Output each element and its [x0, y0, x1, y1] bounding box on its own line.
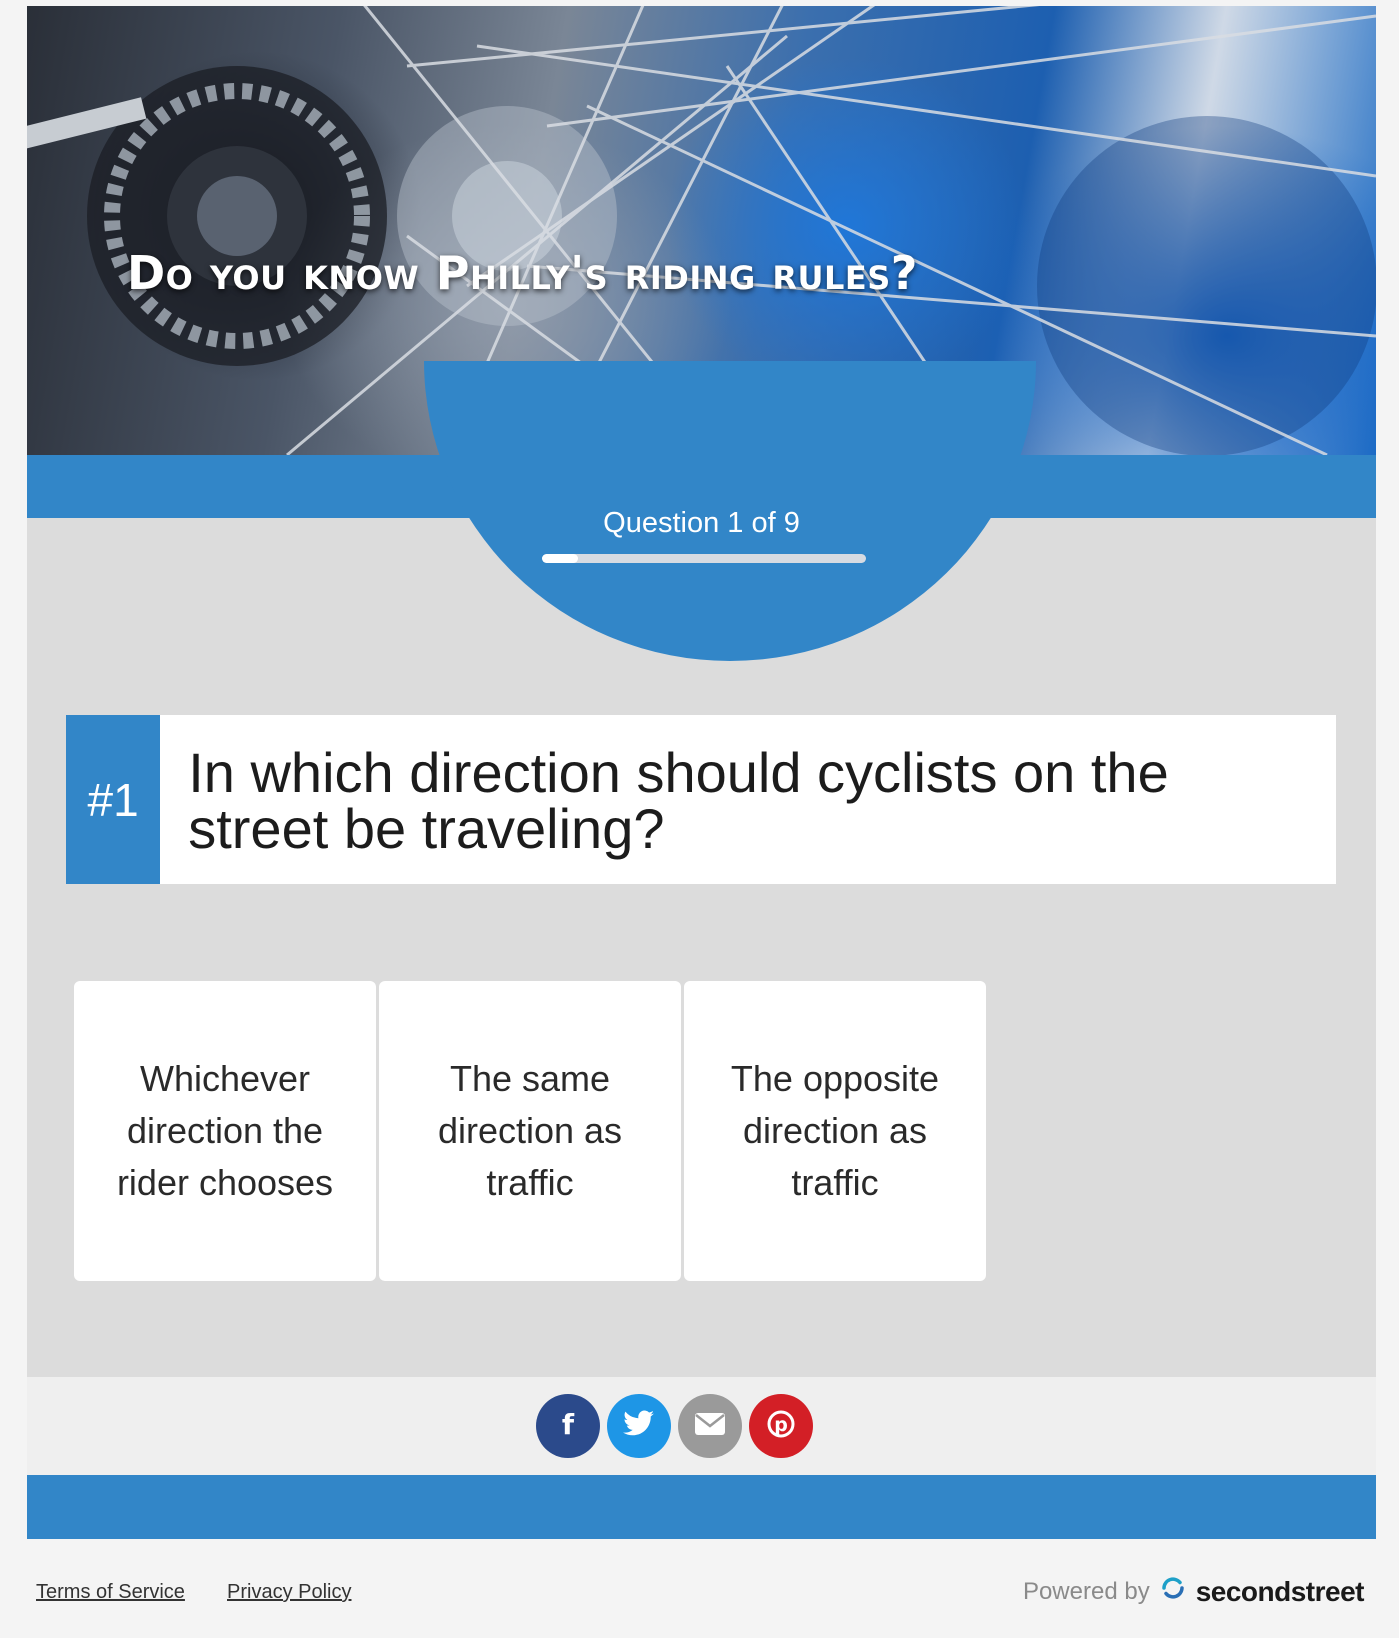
question-card: #1 In which direction should cyclists on… [66, 715, 1336, 884]
twitter-share-button[interactable] [607, 1394, 671, 1458]
answer-option-1[interactable]: Whichever direction the rider chooses [74, 981, 376, 1281]
question-counter: Question 1 of 9 [603, 507, 800, 539]
svg-text:p: p [774, 1414, 788, 1436]
email-icon [694, 1412, 726, 1441]
social-share-bar: f p [27, 1377, 1376, 1475]
twitter-icon [623, 1410, 655, 1443]
secondstreet-brand[interactable]: secondstreet [1196, 1576, 1365, 1608]
progress-bar [542, 554, 866, 563]
powered-by: Powered by secondstreet [1022, 1575, 1365, 1608]
footer: Terms of Service Privacy Policy Powered … [27, 1539, 1376, 1630]
secondstreet-logo-icon [1160, 1575, 1186, 1608]
question-text: In which direction should cyclists on th… [188, 741, 1169, 860]
pinterest-icon: p [766, 1409, 796, 1444]
pinterest-share-button[interactable]: p [749, 1394, 813, 1458]
quiz-title: Do you know Philly's riding rules? [127, 246, 918, 300]
facebook-icon: f [553, 1408, 583, 1444]
privacy-policy-link[interactable]: Privacy Policy [227, 1581, 351, 1604]
facebook-share-button[interactable]: f [536, 1394, 600, 1458]
terms-of-service-link[interactable]: Terms of Service [36, 1581, 185, 1604]
question-number: #1 [66, 715, 161, 884]
answer-option-3[interactable]: The opposite direction as traffic [684, 981, 986, 1281]
answer-option-2[interactable]: The same direction as traffic [379, 981, 681, 1281]
email-share-button[interactable] [678, 1394, 742, 1458]
footer-band [27, 1475, 1376, 1539]
svg-text:f: f [562, 1409, 575, 1439]
quiz-frame: Do you know Philly's riding rules? Quest… [27, 6, 1376, 1630]
progress-bar-fill [542, 554, 578, 563]
powered-by-label: Powered by [1022, 1577, 1150, 1605]
